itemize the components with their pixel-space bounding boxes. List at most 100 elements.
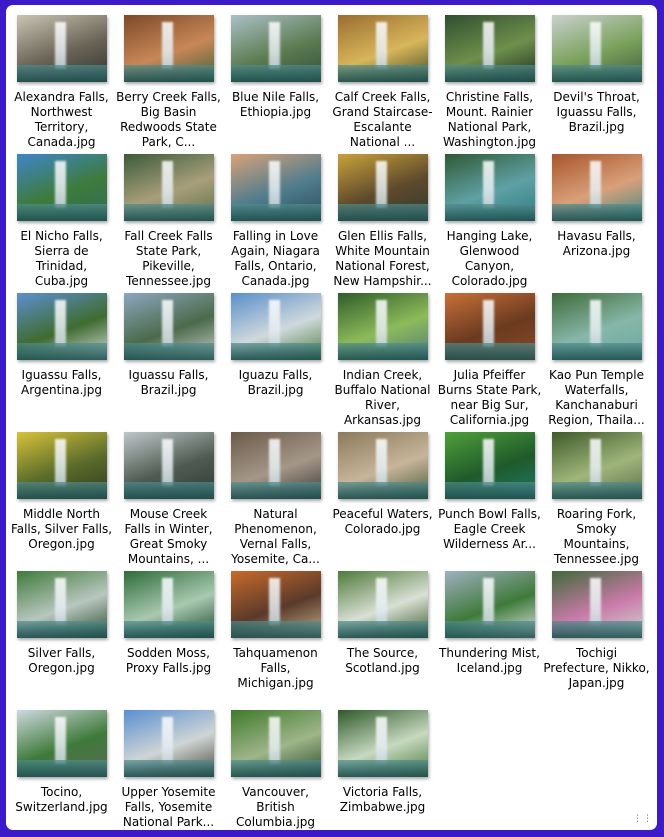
file-name-label[interactable]: Indian Creek, Buffalo National River, Ar…	[329, 368, 436, 428]
image-thumbnail[interactable]	[552, 571, 642, 638]
file-item[interactable]: Julia Pfeiffer Burns State Park, near Bi…	[436, 287, 543, 428]
image-thumbnail[interactable]	[338, 293, 428, 360]
file-name-label[interactable]: Kao Pun Temple Waterfalls, Kanchanaburi …	[543, 368, 650, 428]
file-item[interactable]: Havasu Falls, Arizona.jpg	[543, 148, 650, 287]
image-thumbnail[interactable]	[231, 154, 321, 221]
file-item[interactable]: El Nicho Falls, Sierra de Trinidad, Cuba…	[8, 148, 115, 289]
file-item[interactable]: Fall Creek Falls State Park, Pikeville, …	[115, 148, 222, 289]
file-item[interactable]: Punch Bowl Falls, Eagle Creek Wilderness…	[436, 426, 543, 565]
file-item[interactable]: Thundering Mist, Iceland.jpg	[436, 565, 543, 704]
file-item[interactable]: Berry Creek Falls, Big Basin Redwoods St…	[115, 9, 222, 150]
image-thumbnail[interactable]	[338, 432, 428, 499]
file-item[interactable]: Victoria Falls, Zimbabwe.jpg	[329, 704, 436, 830]
file-name-label[interactable]: Mouse Creek Falls in Winter, Great Smoky…	[115, 507, 222, 567]
image-thumbnail[interactable]	[552, 154, 642, 221]
file-item[interactable]: Indian Creek, Buffalo National River, Ar…	[329, 287, 436, 428]
resize-grip-icon[interactable]: ⋮⋮	[633, 814, 652, 824]
image-thumbnail[interactable]	[17, 154, 107, 221]
file-item[interactable]: Mouse Creek Falls in Winter, Great Smoky…	[115, 426, 222, 567]
file-item[interactable]: Hanging Lake, Glenwood Canyon, Colorado.…	[436, 148, 543, 289]
file-name-label[interactable]: Tochigi Prefecture, Nikko, Japan.jpg	[543, 646, 650, 691]
file-name-label[interactable]: Julia Pfeiffer Burns State Park, near Bi…	[436, 368, 543, 428]
file-name-label[interactable]: Vancouver, British Columbia.jpg	[222, 785, 329, 830]
file-name-label[interactable]: Alexandra Falls, Northwest Territory, Ca…	[8, 90, 115, 150]
image-thumbnail[interactable]	[445, 15, 535, 82]
file-name-label[interactable]: El Nicho Falls, Sierra de Trinidad, Cuba…	[8, 229, 115, 289]
file-name-label[interactable]: Havasu Falls, Arizona.jpg	[543, 229, 650, 259]
file-name-label[interactable]: Blue Nile Falls, Ethiopia.jpg	[222, 90, 329, 120]
file-item[interactable]: Vancouver, British Columbia.jpg	[222, 704, 329, 830]
file-name-label[interactable]: Tahquamenon Falls, Michigan.jpg	[222, 646, 329, 691]
file-item[interactable]: Calf Creek Falls, Grand Staircase-Escala…	[329, 9, 436, 150]
file-name-label[interactable]: Berry Creek Falls, Big Basin Redwoods St…	[115, 90, 222, 150]
file-item[interactable]: Silver Falls, Oregon.jpg	[8, 565, 115, 704]
file-item[interactable]: Kao Pun Temple Waterfalls, Kanchanaburi …	[543, 287, 650, 428]
image-thumbnail[interactable]	[231, 571, 321, 638]
image-thumbnail[interactable]	[231, 15, 321, 82]
image-thumbnail[interactable]	[17, 432, 107, 499]
file-name-label[interactable]: Hanging Lake, Glenwood Canyon, Colorado.…	[436, 229, 543, 289]
file-item[interactable]: Tochigi Prefecture, Nikko, Japan.jpg	[543, 565, 650, 704]
file-item[interactable]: The Source, Scotland.jpg	[329, 565, 436, 704]
file-name-label[interactable]: Thundering Mist, Iceland.jpg	[436, 646, 543, 676]
image-thumbnail[interactable]	[124, 710, 214, 777]
file-name-label[interactable]: Falling in Love Again, Niagara Falls, On…	[222, 229, 329, 289]
file-name-label[interactable]: Roaring Fork, Smoky Mountains, Tennessee…	[543, 507, 650, 567]
file-name-label[interactable]: Peaceful Waters, Colorado.jpg	[329, 507, 436, 537]
image-thumbnail[interactable]	[124, 15, 214, 82]
image-thumbnail[interactable]	[338, 571, 428, 638]
image-thumbnail[interactable]	[124, 432, 214, 499]
file-item[interactable]: Middle North Falls, Silver Falls, Oregon…	[8, 426, 115, 565]
file-item[interactable]: Blue Nile Falls, Ethiopia.jpg	[222, 9, 329, 148]
image-thumbnail[interactable]	[17, 15, 107, 82]
image-thumbnail[interactable]	[552, 293, 642, 360]
file-name-label[interactable]: Iguazu Falls, Brazil.jpg	[222, 368, 329, 398]
image-thumbnail[interactable]	[552, 15, 642, 82]
file-item[interactable]: Christine Falls, Mount. Rainier National…	[436, 9, 543, 150]
file-item[interactable]: Falling in Love Again, Niagara Falls, On…	[222, 148, 329, 289]
file-item[interactable]: Alexandra Falls, Northwest Territory, Ca…	[8, 9, 115, 150]
file-item[interactable]: Tahquamenon Falls, Michigan.jpg	[222, 565, 329, 704]
image-thumbnail[interactable]	[231, 293, 321, 360]
file-name-label[interactable]: Tocino, Switzerland.jpg	[8, 785, 115, 815]
file-item[interactable]: Peaceful Waters, Colorado.jpg	[329, 426, 436, 565]
file-item[interactable]: Natural Phenomenon, Vernal Falls, Yosemi…	[222, 426, 329, 567]
image-thumbnail[interactable]	[445, 571, 535, 638]
file-name-label[interactable]: Fall Creek Falls State Park, Pikeville, …	[115, 229, 222, 289]
image-thumbnail[interactable]	[231, 432, 321, 499]
file-name-label[interactable]: Upper Yosemite Falls, Yosemite National …	[115, 785, 222, 830]
image-thumbnail[interactable]	[124, 293, 214, 360]
image-thumbnail[interactable]	[17, 293, 107, 360]
image-thumbnail[interactable]	[17, 710, 107, 777]
file-name-label[interactable]: Middle North Falls, Silver Falls, Oregon…	[8, 507, 115, 552]
image-thumbnail[interactable]	[338, 15, 428, 82]
file-name-label[interactable]: Iguassu Falls, Brazil.jpg	[115, 368, 222, 398]
file-name-label[interactable]: The Source, Scotland.jpg	[329, 646, 436, 676]
image-thumbnail[interactable]	[124, 154, 214, 221]
file-item[interactable]: Devil's Throat, Iguassu Falls, Brazil.jp…	[543, 9, 650, 148]
file-item[interactable]: Upper Yosemite Falls, Yosemite National …	[115, 704, 222, 830]
file-name-label[interactable]: Silver Falls, Oregon.jpg	[8, 646, 115, 676]
file-name-label[interactable]: Punch Bowl Falls, Eagle Creek Wilderness…	[436, 507, 543, 552]
file-name-label[interactable]: Glen Ellis Falls, White Mountain Nationa…	[329, 229, 436, 289]
image-thumbnail[interactable]	[445, 154, 535, 221]
image-thumbnail[interactable]	[231, 710, 321, 777]
file-name-label[interactable]: Natural Phenomenon, Vernal Falls, Yosemi…	[222, 507, 329, 567]
image-thumbnail[interactable]	[124, 571, 214, 638]
image-thumbnail[interactable]	[445, 293, 535, 360]
file-name-label[interactable]: Christine Falls, Mount. Rainier National…	[436, 90, 543, 150]
file-item[interactable]: Iguassu Falls, Brazil.jpg	[115, 287, 222, 426]
file-name-label[interactable]: Devil's Throat, Iguassu Falls, Brazil.jp…	[543, 90, 650, 135]
file-name-label[interactable]: Calf Creek Falls, Grand Staircase-Escala…	[329, 90, 436, 150]
image-thumbnail[interactable]	[338, 710, 428, 777]
image-thumbnail[interactable]	[17, 571, 107, 638]
image-thumbnail[interactable]	[552, 432, 642, 499]
file-item[interactable]: Iguazu Falls, Brazil.jpg	[222, 287, 329, 426]
file-item[interactable]: Tocino, Switzerland.jpg	[8, 704, 115, 830]
image-thumbnail[interactable]	[338, 154, 428, 221]
image-thumbnail[interactable]	[445, 432, 535, 499]
file-name-label[interactable]: Iguassu Falls, Argentina.jpg	[8, 368, 115, 398]
file-name-label[interactable]: Sodden Moss, Proxy Falls.jpg	[115, 646, 222, 676]
file-name-label[interactable]: Victoria Falls, Zimbabwe.jpg	[329, 785, 436, 815]
file-item[interactable]: Iguassu Falls, Argentina.jpg	[8, 287, 115, 426]
